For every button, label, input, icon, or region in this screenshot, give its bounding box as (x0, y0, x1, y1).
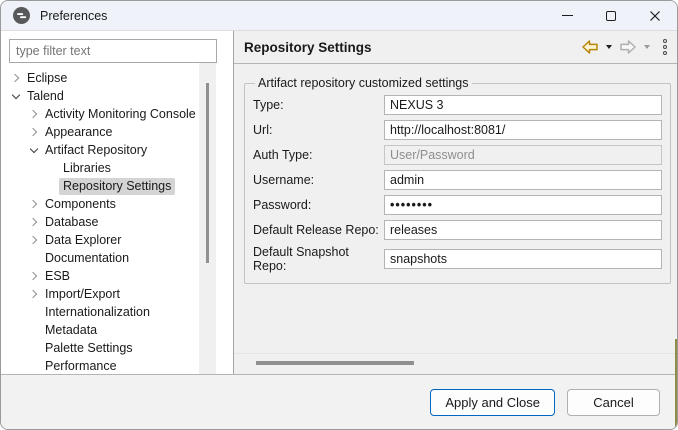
field-label: Default Release Repo: (253, 223, 384, 237)
chevron-down-icon[interactable] (9, 89, 23, 103)
form-field-row: Type: (253, 95, 662, 115)
tree-item-label: Repository Settings (59, 178, 175, 195)
forward-history-dropdown[interactable] (644, 45, 650, 49)
dot-icon (663, 45, 668, 50)
tree-item-label: Activity Monitoring Console (41, 106, 200, 123)
minimize-icon (562, 15, 573, 16)
field-input-username[interactable] (384, 170, 662, 190)
back-arrow-icon (581, 40, 599, 54)
field-input-auth-type (384, 145, 662, 165)
tree-scrollbar-track[interactable] (199, 63, 216, 374)
field-label: Auth Type: (253, 148, 384, 162)
forward-arrow-icon (619, 40, 637, 54)
tree-item-label: Database (41, 214, 103, 231)
close-icon (649, 10, 661, 22)
tree-item-label: ESB (41, 268, 74, 285)
back-button[interactable] (581, 40, 599, 54)
horizontal-divider (234, 353, 677, 354)
tree-scrollbar-thumb[interactable] (206, 83, 209, 263)
cancel-button[interactable]: Cancel (567, 389, 660, 416)
group-title: Artifact repository customized settings (255, 76, 472, 90)
tree-indent-spacer (27, 305, 41, 319)
tree-item-label: Import/Export (41, 286, 124, 303)
tree-indent-spacer (45, 179, 59, 193)
field-label: Password: (253, 198, 384, 212)
field-input-type[interactable] (384, 95, 662, 115)
tree-item-label: Documentation (41, 250, 133, 267)
apply-and-close-button[interactable]: Apply and Close (430, 389, 555, 416)
chevron-right-icon[interactable] (27, 197, 41, 211)
field-label: Default Snapshot Repo: (253, 245, 384, 273)
chevron-right-icon[interactable] (27, 125, 41, 139)
field-label: Url: (253, 123, 384, 137)
forward-button[interactable] (619, 40, 637, 54)
form-field-row: Auth Type: (253, 145, 662, 165)
form-field-row: Default Release Repo: (253, 220, 662, 240)
form-field-row: Default Snapshot Repo: (253, 245, 662, 273)
tree-indent-spacer (45, 161, 59, 175)
field-label: Type: (253, 98, 384, 112)
chevron-right-icon[interactable] (27, 269, 41, 283)
chevron-right-icon[interactable] (9, 71, 23, 85)
tree-item-label: Internationalization (41, 304, 154, 321)
dot-icon (663, 39, 668, 44)
tree-item-label: Artifact Repository (41, 142, 151, 159)
settings-panel: Repository Settings (234, 31, 677, 374)
tree-item-label: Palette Settings (41, 340, 137, 357)
form-field-row: Url: (253, 120, 662, 140)
form-field-row: Password: (253, 195, 662, 215)
window-title: Preferences (40, 9, 545, 23)
settings-form: Type: Url: Auth Type: Username: Password… (253, 95, 662, 273)
chevron-right-icon[interactable] (27, 215, 41, 229)
field-label: Username: (253, 173, 384, 187)
view-menu-button[interactable] (663, 39, 668, 56)
preferences-sidebar: Eclipse Talend Activity Monitoring Conso… (1, 31, 234, 374)
chevron-right-icon[interactable] (27, 107, 41, 121)
chevron-down-icon (606, 45, 612, 49)
minimize-button[interactable] (545, 1, 589, 31)
horizontal-scrollbar-thumb[interactable] (256, 361, 414, 365)
tree-item-label: Performance (41, 358, 121, 375)
chevron-down-icon[interactable] (27, 143, 41, 157)
field-input-default-release-repo[interactable] (384, 220, 662, 240)
titlebar: Preferences (1, 1, 677, 31)
dot-icon (663, 51, 668, 56)
talend-app-icon (13, 7, 30, 24)
tree-item-label: Metadata (41, 322, 101, 339)
tree-item-label: Components (41, 196, 120, 213)
artifact-repository-group: Artifact repository customized settings … (244, 76, 671, 284)
tree-indent-spacer (27, 323, 41, 337)
filter-input[interactable] (9, 39, 217, 63)
dialog-footer: Apply and Close Cancel (1, 374, 677, 429)
page-title: Repository Settings (244, 40, 581, 55)
tree-item-label: Libraries (59, 160, 115, 177)
chevron-down-icon (644, 45, 650, 49)
form-field-row: Username: (253, 170, 662, 190)
tree-item-label: Appearance (41, 124, 116, 141)
tree-indent-spacer (27, 359, 41, 373)
chevron-right-icon[interactable] (27, 287, 41, 301)
maximize-button[interactable] (589, 1, 633, 31)
tree-indent-spacer (27, 341, 41, 355)
field-input-default-snapshot-repo[interactable] (384, 249, 662, 269)
maximize-icon (606, 11, 616, 21)
settings-header: Repository Settings (234, 31, 677, 64)
field-input-url[interactable] (384, 120, 662, 140)
preferences-window: Preferences Eclipse Talend Activity Moni… (0, 0, 678, 430)
back-history-dropdown[interactable] (606, 45, 612, 49)
desktop-background-sliver (675, 339, 678, 430)
tree-item-label: Eclipse (23, 70, 71, 87)
field-input-password[interactable] (384, 195, 662, 215)
close-button[interactable] (633, 1, 677, 31)
tree-indent-spacer (27, 251, 41, 265)
chevron-right-icon[interactable] (27, 233, 41, 247)
tree-item-label: Talend (23, 88, 68, 105)
tree-item-label: Data Explorer (41, 232, 125, 249)
